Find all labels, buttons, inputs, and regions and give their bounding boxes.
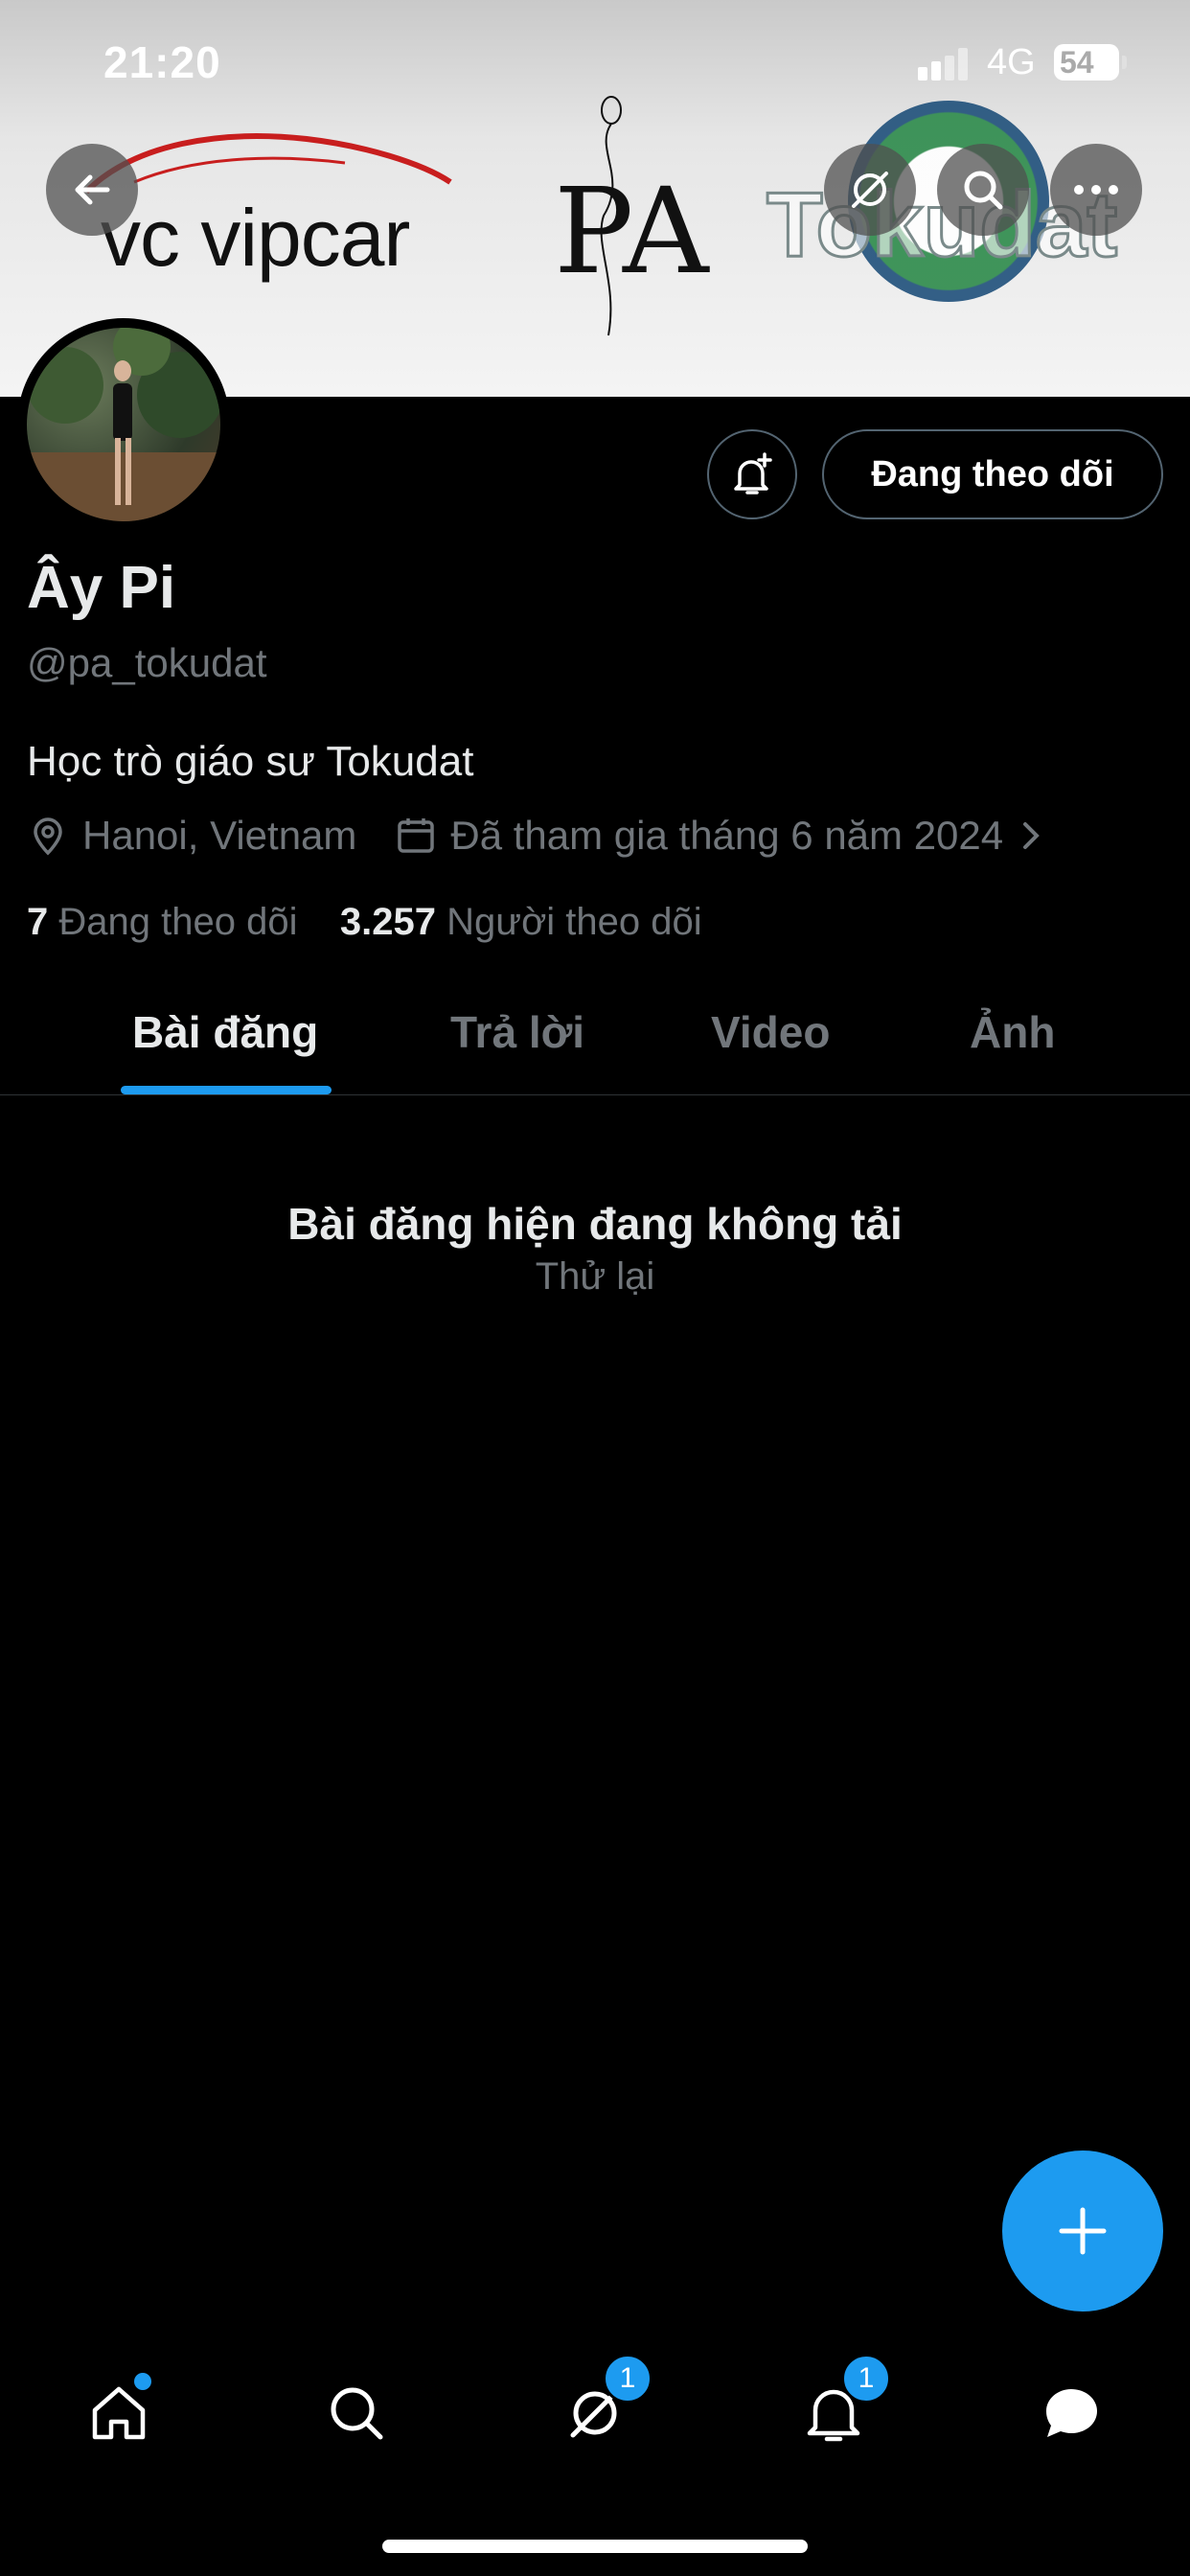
avatar-image <box>27 328 220 521</box>
more-horizontal-icon <box>1074 185 1118 195</box>
signal-icon <box>918 48 968 80</box>
notify-toggle-button[interactable] <box>707 429 797 519</box>
home-notification-dot <box>134 2373 151 2390</box>
followers-label: Người theo dõi <box>446 901 702 943</box>
nav-grok[interactable]: 1 <box>547 2354 652 2461</box>
bottom-nav: 1 1 <box>0 2338 1190 2482</box>
profile-handle: @pa_tokudat <box>27 640 267 685</box>
chevron-right-icon <box>1023 822 1040 849</box>
notifications-badge: 1 <box>841 2354 891 2404</box>
avatar-photo-icon <box>27 328 220 521</box>
location-text: Hanoi, Vietnam <box>82 813 357 858</box>
banner-logo-pa: PA <box>554 163 709 301</box>
compose-button[interactable] <box>1002 2150 1163 2312</box>
following-count: 7 <box>27 901 49 943</box>
network-type: 4G <box>987 42 1036 82</box>
calendar-icon <box>398 818 435 853</box>
bell-plus-icon <box>734 452 772 494</box>
profile-bio: Học trò giáo sư Tokudat <box>27 738 474 785</box>
followers-count: 3.257 <box>339 901 437 943</box>
following-stat[interactable]: 7 Đang theo dõi <box>27 901 297 943</box>
location-item: Hanoi, Vietnam <box>27 813 356 859</box>
plus-icon <box>1059 2207 1107 2255</box>
grok-icon <box>852 172 888 208</box>
tab-posts[interactable]: Bài đăng <box>132 1006 318 1058</box>
retry-link[interactable]: Thử lại <box>0 1255 1190 1299</box>
followers-stat[interactable]: 3.257 Người theo dõi <box>340 901 702 943</box>
status-bar: 21:20 4G 54 <box>0 0 1190 125</box>
tab-photos[interactable]: Ảnh <box>970 1006 1055 1058</box>
error-message: Bài đăng hiện đang không tải <box>287 1199 903 1249</box>
home-indicator <box>382 2540 808 2553</box>
joined-item[interactable]: Đã tham gia tháng 6 năm 2024 <box>395 813 1045 859</box>
status-time: 21:20 <box>103 37 221 87</box>
following-button[interactable]: Đang theo dõi <box>822 429 1163 519</box>
search-icon <box>331 2387 383 2440</box>
arrow-left-icon <box>75 174 110 205</box>
avatar[interactable] <box>17 318 230 531</box>
chat-bubble-icon <box>1046 2389 1097 2437</box>
nav-home[interactable] <box>71 2365 167 2461</box>
tab-video[interactable]: Video <box>711 1006 830 1058</box>
search-icon <box>964 171 1003 210</box>
back-button[interactable] <box>46 144 138 236</box>
tab-replies[interactable]: Trả lời <box>450 1006 584 1058</box>
following-label: Đang theo dõi <box>58 901 298 943</box>
location-pin-icon <box>34 817 62 856</box>
grok-badge: 1 <box>603 2354 652 2404</box>
profile-name: Ây Pi <box>27 555 176 621</box>
nav-search[interactable] <box>309 2365 404 2461</box>
profile-tabs: Bài đăng Trả lời Video Ảnh <box>0 978 1190 1095</box>
nav-notifications[interactable]: 1 <box>786 2354 891 2461</box>
home-icon <box>92 2386 146 2440</box>
battery-indicator: 54 <box>1054 44 1127 80</box>
banner-logo-vipcar: vc vipcar <box>101 193 410 283</box>
active-tab-indicator <box>121 1086 332 1094</box>
joined-text: Đã tham gia tháng 6 năm 2024 <box>450 813 1004 858</box>
more-options-button[interactable] <box>1050 144 1142 236</box>
grok-button[interactable] <box>824 144 916 236</box>
follow-stats: 7 Đang theo dõi 3.257 Người theo dõi <box>27 901 702 944</box>
search-button[interactable] <box>937 144 1029 236</box>
profile-meta: Hanoi, Vietnam Đã tham gia tháng 6 năm 2… <box>27 813 1084 859</box>
nav-messages[interactable] <box>1023 2365 1119 2461</box>
